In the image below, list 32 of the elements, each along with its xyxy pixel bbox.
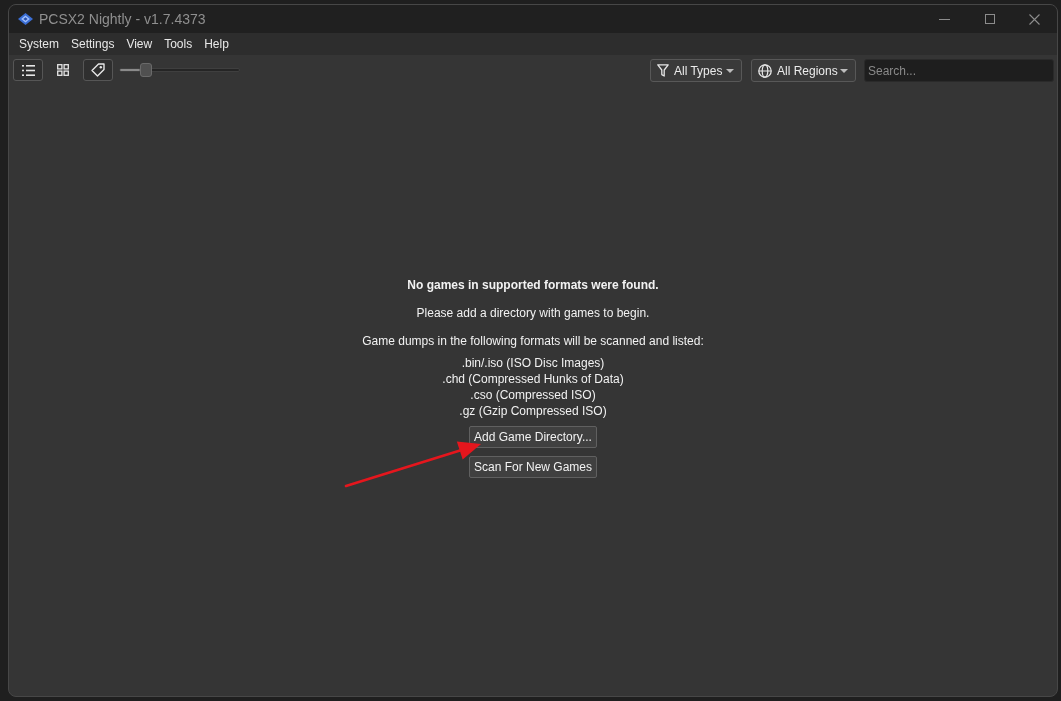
search-field[interactable]: Search... [864,59,1054,82]
empty-message: Please add a directory with games to begin. [416,305,650,321]
empty-heading: No games in supported formats were found. [407,277,659,293]
window-title: PCSX2 Nightly - v1.7.4373 [39,11,206,27]
caret-icon [840,68,848,73]
list-icon [21,64,35,76]
tag-icon [91,63,105,77]
menu-item[interactable]: Help [198,35,235,53]
format-line: .cso (Compressed ISO) [470,387,596,403]
menu-item[interactable]: View [120,35,159,53]
menu-item[interactable]: Tools [158,35,199,53]
format-line: .bin/.iso (ISO Disc Images) [461,355,605,371]
region-filter-dropdown[interactable]: All Regions [751,59,856,82]
close-icon [1029,13,1040,25]
maximize-icon [984,14,995,24]
format-line: .gz (Gzip Compressed ISO) [459,403,607,419]
type-filter-dropdown[interactable]: All Types [650,59,742,82]
grid-icon [57,64,69,76]
filter-icon [657,64,669,77]
formats-intro: Game dumps in the following formats will be scanned and listed: [362,333,704,349]
scan-games-button[interactable]: Scan For New Games [468,456,597,478]
menu-item[interactable]: Settings [65,35,121,53]
zoom-slider-handle[interactable] [139,63,152,77]
globe-icon [758,63,772,78]
caret-icon [726,68,734,73]
logo-icon [18,13,33,25]
add-directory-button[interactable]: Add Game Directory... [469,426,597,448]
tag-button[interactable] [83,59,113,81]
format-line: .chd (Compressed Hunks of Data) [442,371,624,387]
menu-item[interactable]: System [13,35,65,53]
list-view-button[interactable] [13,59,43,81]
minimize-icon [939,18,950,20]
